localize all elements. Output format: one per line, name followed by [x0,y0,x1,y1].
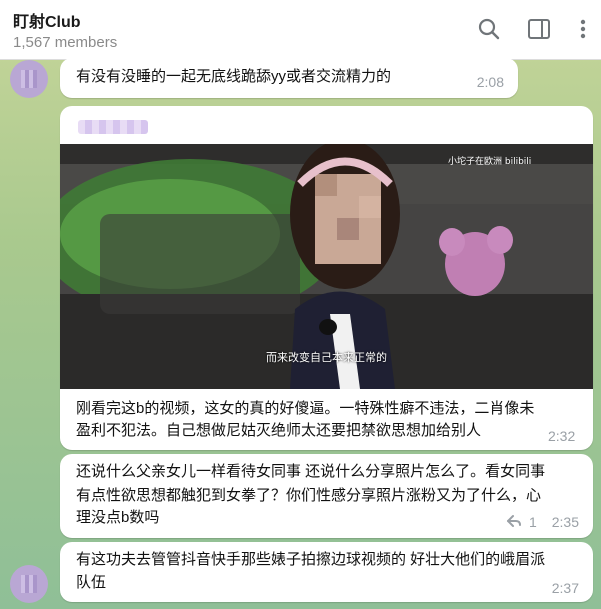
avatar-image [21,575,37,593]
video-thumbnail[interactable]: 小坨子在欧洲 bilibili 而来改变自己本来正常的 [60,144,593,389]
message-text: 理没点b数吗 [76,509,160,526]
message-bubble[interactable]: 有没有没睡的一起无底线跪舔yy或者交流精力的 2:08 [60,58,518,98]
avatar[interactable] [10,565,48,603]
reply-icon[interactable] [506,514,522,528]
reply-count[interactable]: 1 [529,514,537,530]
message-text: 还说什么父亲女儿一样看待女同事 还说什么分享照片怎么了。看女同事 [76,463,546,480]
sender-name[interactable] [78,120,148,134]
video-watermark: 小坨子在欧洲 bilibili [448,157,532,167]
message-text: 有这功夫去管管抖音快手那些婊子拍擦边球视频的 好壮大他们的峨眉派 [76,551,546,568]
chat-title[interactable]: 盯射Club [13,8,81,32]
avatar[interactable] [10,60,48,98]
more-vert-icon[interactable] [570,16,596,42]
message-time: 2:37 [551,580,579,596]
message-time: 2:08 [476,74,504,90]
member-count: 1,567 members [13,34,118,51]
message-text: 有点性欲思想都触犯到女拳了？你们性感分享照片涨粉又为了什么，心 [76,487,542,504]
message-text: 刚看完这b的视频，这女的真的好傻逼。一特殊性癖不违法，二肖像未 [76,400,535,417]
message-time: 2:35 [551,514,579,530]
message-text: 队伍 [76,574,107,591]
video-subtitle: 而来改变自己本来正常的 [266,352,387,364]
chat-header[interactable]: 盯射Club 1,567 members [0,0,601,60]
message-text: 盈利不犯法。自己想做尼姑灭绝师太还要把禁欲思想加给别人 [76,422,482,439]
message-bubble[interactable]: 有这功夫去管管抖音快手那些婊子拍擦边球视频的 好壮大他们的峨眉派 队伍 2:37 [60,542,593,602]
avatar-image [21,70,37,88]
sidebar-toggle-icon[interactable] [526,16,552,42]
message-text: 有没有没睡的一起无底线跪舔yy或者交流精力的 [76,68,392,85]
message-time: 2:32 [548,428,576,444]
search-icon[interactable] [476,16,502,42]
message-bubble[interactable]: 还说什么父亲女儿一样看待女同事 还说什么分享照片怎么了。看女同事 有点性欲思想都… [60,454,593,538]
